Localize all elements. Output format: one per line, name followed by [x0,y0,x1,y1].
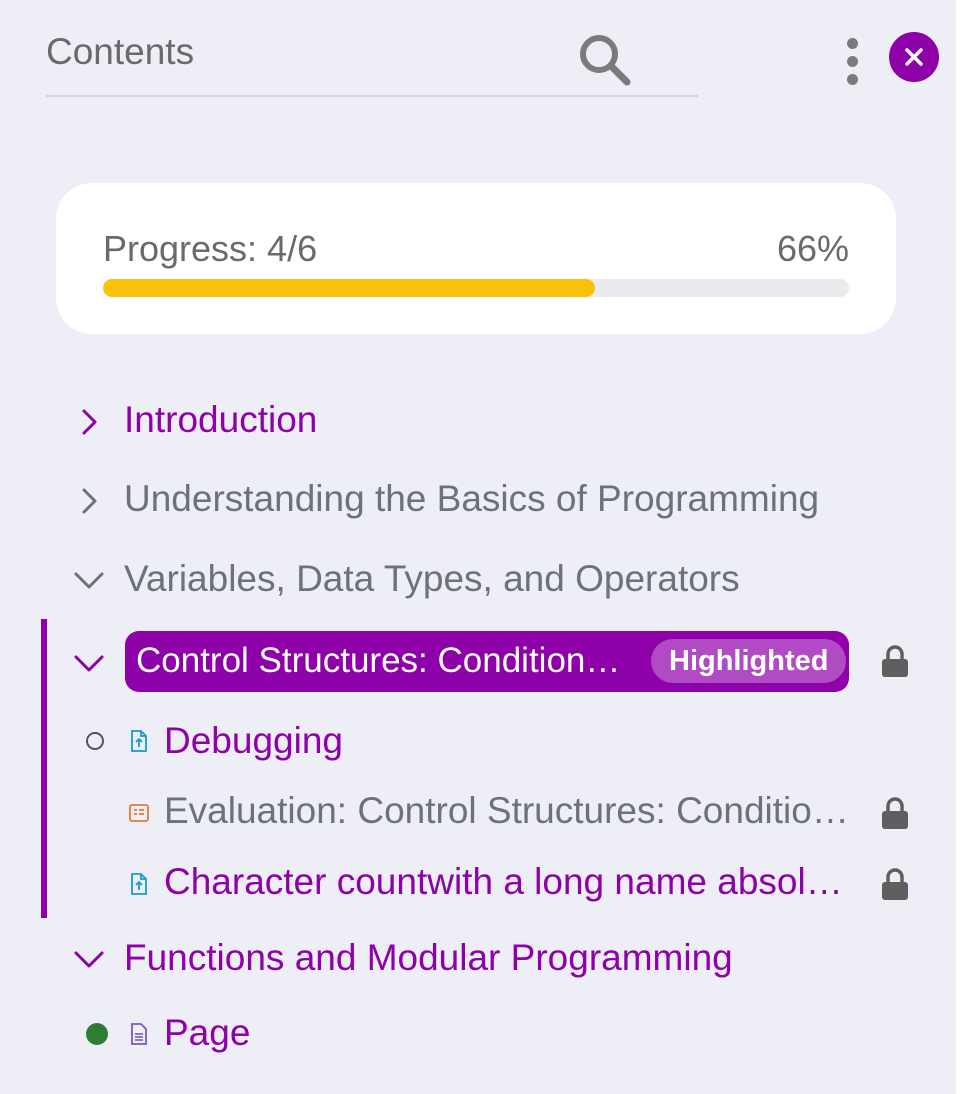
item-character-count[interactable]: Character countwith a long name absolute… [164,860,846,904]
section-variables[interactable]: Variables, Data Types, and Operators [124,557,740,601]
section-basics[interactable]: Understanding the Basics of Programming [124,477,819,521]
chevron-right-icon[interactable] [72,484,106,518]
lock-icon [880,645,910,679]
close-button[interactable] [889,32,939,82]
section-control-structures-label: Control Structures: Conditionals and Loo… [136,641,628,680]
chevron-down-icon[interactable] [72,942,106,976]
lock-icon [880,868,910,902]
status-completed-icon [86,1023,108,1045]
upload-file-icon [129,729,149,753]
progress-card: Progress: 4/6 66% [56,183,896,334]
item-evaluation[interactable]: Evaluation: Control Structures: Conditio… [164,789,856,833]
progress-bar-fill [103,279,596,297]
chevron-right-icon[interactable] [72,405,106,439]
item-page[interactable]: Page [164,1011,250,1055]
progress-percent: 66% [776,228,849,269]
progress-bar [103,279,849,297]
contents-panel: Contents Progress: 4/6 66% Introduction … [0,0,956,1094]
progress-label: Progress: 4/6 [103,228,318,269]
active-section-indicator [41,619,47,918]
search-icon[interactable] [574,30,634,90]
item-debugging[interactable]: Debugging [164,719,343,763]
close-icon [905,48,923,66]
chevron-down-icon[interactable] [72,646,106,680]
status-not-started-icon [86,732,104,750]
lock-icon [880,797,910,831]
upload-file-icon [129,872,149,896]
quiz-icon [129,801,149,825]
chevron-down-icon[interactable] [72,563,106,597]
section-introduction[interactable]: Introduction [124,398,317,442]
page-icon [129,1022,149,1046]
more-vertical-icon[interactable] [838,36,868,88]
section-functions[interactable]: Functions and Modular Programming [124,936,733,980]
section-control-structures[interactable]: Control Structures: Conditionals and Loo… [125,631,849,692]
search-underline [46,95,698,97]
highlighted-badge: Highlighted [651,639,847,683]
panel-title: Contents [46,31,195,72]
